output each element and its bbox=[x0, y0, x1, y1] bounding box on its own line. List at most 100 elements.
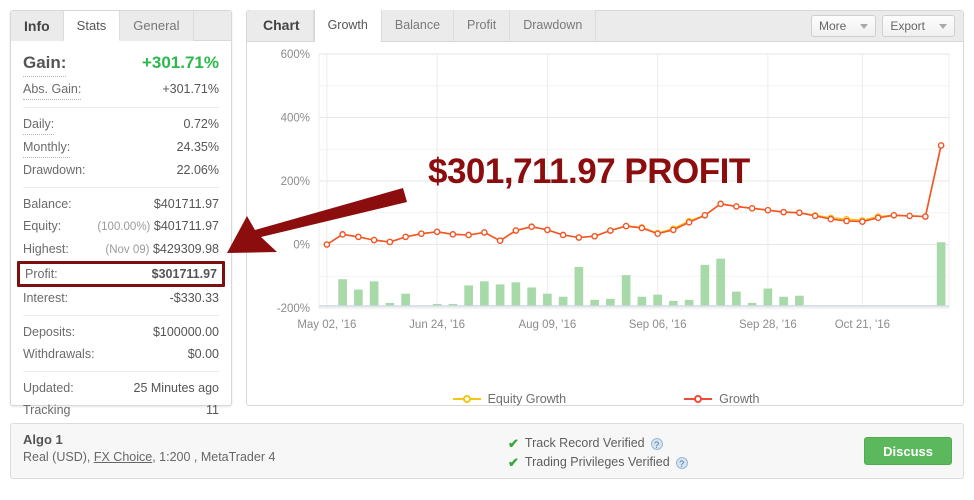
data-point[interactable] bbox=[433, 228, 441, 236]
legend-marker-growth bbox=[684, 395, 713, 403]
chart-tab-growth[interactable]: Growth bbox=[313, 10, 382, 42]
data-point[interactable] bbox=[937, 142, 945, 149]
export-label: Export bbox=[890, 19, 925, 33]
stat-label: Gain: bbox=[23, 50, 67, 77]
account-footer: Algo 1 Real (USD), FX Choice, 1:200 , Me… bbox=[10, 423, 964, 479]
chart-bar bbox=[480, 281, 489, 306]
data-point[interactable] bbox=[481, 229, 488, 236]
data-point[interactable] bbox=[638, 224, 646, 232]
stat-label: Deposits: bbox=[23, 325, 76, 339]
data-point[interactable] bbox=[748, 205, 756, 212]
data-point[interactable] bbox=[449, 231, 457, 238]
stat-row-daily: Daily: 0.72% bbox=[23, 113, 219, 136]
stats-tab-general[interactable]: General bbox=[120, 11, 194, 41]
data-point[interactable] bbox=[859, 218, 866, 225]
data-point[interactable] bbox=[701, 211, 709, 219]
data-point[interactable] bbox=[811, 212, 819, 220]
stat-label: Interest: bbox=[23, 291, 69, 305]
app-root: Info Stats General Gain: +301.71% Abs. Gain:… bbox=[0, 0, 974, 500]
stat-value-wrap: $0.00 bbox=[188, 344, 219, 364]
data-point[interactable] bbox=[465, 231, 472, 239]
data-point[interactable] bbox=[733, 203, 740, 210]
stat-value-wrap: +301.71% bbox=[142, 50, 219, 76]
data-point[interactable] bbox=[622, 222, 630, 230]
data-point[interactable] bbox=[559, 231, 567, 239]
legend-marker-equity-growth bbox=[452, 395, 481, 403]
chart-tab-chart[interactable]: Chart bbox=[250, 10, 314, 41]
stat-value: +301.71% bbox=[141, 53, 219, 72]
chart-bar bbox=[795, 295, 804, 306]
stat-value-wrap: (100.00%) $401711.97 bbox=[97, 216, 219, 237]
stats-tabbar: Info Stats General bbox=[11, 11, 231, 41]
data-point[interactable] bbox=[544, 226, 551, 234]
stat-value-wrap: +301.71% bbox=[162, 79, 219, 99]
stat-row-interest: Interest: -$330.33 bbox=[23, 287, 219, 309]
stat-label: Tracking bbox=[23, 403, 71, 417]
chart-bar bbox=[684, 299, 694, 306]
export-button[interactable]: Export bbox=[882, 15, 955, 37]
broker-link[interactable]: FX Choice bbox=[94, 450, 152, 464]
data-point[interactable] bbox=[717, 200, 724, 208]
chevron-down-icon bbox=[939, 23, 947, 29]
data-point[interactable] bbox=[685, 218, 693, 226]
data-point[interactable] bbox=[654, 230, 661, 238]
stat-value-wrap: 25 Minutes ago bbox=[134, 378, 219, 398]
account-info: Algo 1 Real (USD), FX Choice, 1:200 , Me… bbox=[23, 432, 275, 464]
stats-tab-stats[interactable]: Stats bbox=[63, 11, 121, 41]
data-point[interactable] bbox=[906, 212, 913, 220]
chart-tab-balance[interactable]: Balance bbox=[381, 10, 455, 41]
chart-bar bbox=[779, 296, 788, 306]
chart-bar bbox=[495, 284, 505, 306]
stat-value-wrap: 22.06% bbox=[177, 160, 219, 180]
data-point[interactable] bbox=[418, 230, 425, 238]
legend-item-equity-growth[interactable]: Equity Growth bbox=[452, 392, 566, 406]
chart-tab-profit[interactable]: Profit bbox=[454, 10, 511, 41]
data-point[interactable] bbox=[827, 215, 835, 223]
data-point[interactable] bbox=[890, 211, 898, 219]
stat-row-balance: Balance: $401711.97 bbox=[23, 193, 219, 215]
stat-row-gain: Gain: +301.71% bbox=[23, 48, 219, 78]
stat-value: $401711.97 bbox=[153, 219, 219, 233]
chart-bar bbox=[590, 299, 599, 306]
y-tick-label: 600% bbox=[281, 49, 310, 61]
stat-label: Equity: bbox=[23, 219, 62, 233]
y-tick-label: -200% bbox=[277, 303, 310, 315]
data-point[interactable] bbox=[843, 217, 850, 225]
data-point[interactable] bbox=[496, 237, 504, 244]
data-point[interactable] bbox=[922, 213, 929, 220]
legend-item-growth[interactable]: Growth bbox=[684, 392, 759, 406]
chart-bar bbox=[511, 282, 521, 306]
stat-value-wrap: (Nov 09) $429309.98 bbox=[105, 239, 219, 260]
data-point[interactable] bbox=[591, 232, 598, 240]
x-tick-label: Aug 09, '16 bbox=[518, 319, 576, 331]
more-button[interactable]: More bbox=[810, 15, 877, 37]
stat-value-wrap: 0.72% bbox=[184, 114, 219, 134]
chart-tab-drawdown[interactable]: Drawdown bbox=[510, 10, 597, 41]
stat-value: 0.72% bbox=[183, 117, 219, 131]
data-point[interactable] bbox=[575, 234, 583, 241]
stats-tab-info[interactable]: Info bbox=[11, 11, 64, 41]
data-point[interactable] bbox=[528, 223, 535, 231]
chart-legend: Equity Growth Growth bbox=[247, 392, 965, 406]
stat-value-prefix: (Nov 09) bbox=[105, 244, 150, 256]
data-point[interactable] bbox=[796, 209, 803, 217]
discuss-button[interactable]: Discuss bbox=[864, 437, 952, 465]
help-icon[interactable]: ? bbox=[675, 456, 688, 469]
data-point[interactable] bbox=[512, 227, 520, 234]
data-point[interactable] bbox=[874, 214, 882, 222]
chart-bar bbox=[669, 300, 678, 306]
data-point[interactable] bbox=[780, 208, 787, 216]
stat-value-wrap: 24.35% bbox=[177, 137, 219, 157]
stat-row-tracking: Tracking 11 bbox=[23, 399, 219, 421]
divider bbox=[23, 187, 219, 188]
chart-bar bbox=[558, 296, 568, 306]
data-point[interactable] bbox=[670, 226, 677, 234]
stat-label: Daily: bbox=[23, 114, 55, 135]
data-point[interactable] bbox=[607, 227, 614, 234]
help-icon[interactable]: ? bbox=[650, 437, 663, 450]
account-name: Algo 1 bbox=[23, 432, 63, 447]
stat-value: 11 bbox=[206, 403, 219, 417]
data-point[interactable] bbox=[764, 206, 772, 214]
verification-trading-privileges: ✔ Trading Privileges Verified ? bbox=[508, 453, 688, 472]
divider bbox=[23, 371, 219, 372]
